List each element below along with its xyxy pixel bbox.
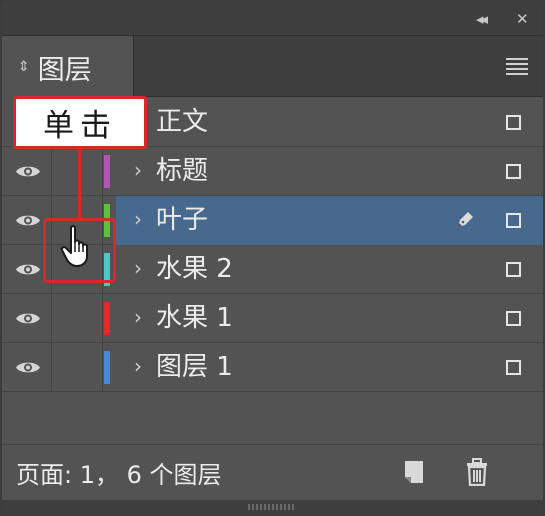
chevron-right-icon[interactable]: ›	[134, 157, 142, 183]
layer-target-box[interactable]	[506, 115, 521, 130]
eye-icon	[15, 164, 41, 179]
layer-name: 水果 1	[156, 303, 233, 333]
tab-layers[interactable]: ⇕ 图层	[2, 36, 134, 98]
hand-pointer-icon	[60, 225, 88, 267]
chevron-right-icon[interactable]: ›	[134, 255, 142, 281]
lock-toggle[interactable]	[52, 294, 103, 343]
layer-color-swatch	[104, 302, 110, 335]
sort-arrows-icon: ⇕	[18, 59, 30, 75]
grip-dots	[248, 504, 296, 510]
status-text: 页面: 1， 6 个图层	[16, 461, 222, 489]
panel-tabbar: ⇕ 图层	[2, 36, 543, 98]
layer-target-box[interactable]	[506, 213, 521, 228]
layer-target-box[interactable]	[506, 164, 521, 179]
layer-target-box[interactable]	[506, 262, 521, 277]
layer-name-area[interactable]: › 图层 1	[116, 343, 543, 392]
callout-label: 单击	[43, 108, 117, 144]
eye-icon	[15, 213, 41, 228]
close-icon[interactable]: ✕	[516, 10, 529, 28]
click-callout: 单击	[13, 96, 147, 149]
layer-name: 水果 2	[156, 254, 233, 284]
visibility-toggle[interactable]	[2, 294, 52, 343]
layer-row[interactable]: › 水果 1	[2, 294, 543, 343]
layer-name: 叶子	[156, 205, 209, 235]
layer-color-swatch	[104, 155, 110, 188]
lock-toggle[interactable]	[52, 343, 103, 392]
eye-icon	[15, 360, 41, 375]
layer-color-swatch	[104, 351, 110, 384]
layer-target-box[interactable]	[506, 311, 521, 326]
layer-name-area[interactable]: › 叶子	[116, 196, 543, 245]
visibility-toggle[interactable]	[2, 147, 52, 196]
chevron-right-icon[interactable]: ›	[134, 304, 142, 330]
layer-name: 图层 1	[156, 352, 233, 382]
panel-footer: 页面: 1， 6 个图层	[2, 444, 543, 500]
eye-icon	[15, 262, 41, 277]
layer-row[interactable]: › 图层 1	[2, 343, 543, 392]
layer-target-box[interactable]	[506, 360, 521, 375]
new-layer-icon[interactable]	[402, 459, 426, 485]
panel-titlebar: ◂◂ ✕	[2, 2, 543, 36]
layer-row[interactable]: › 标题	[2, 147, 543, 196]
chevron-right-icon[interactable]: ›	[134, 206, 142, 232]
resize-grip[interactable]	[2, 500, 543, 514]
eye-icon	[15, 311, 41, 326]
collapse-icon[interactable]: ◂◂	[476, 10, 488, 28]
visibility-toggle[interactable]	[2, 343, 52, 392]
layer-name-area[interactable]: › 水果 1	[116, 294, 543, 343]
callout-connector	[78, 149, 81, 219]
layer-name: 标题	[156, 156, 209, 186]
trash-icon[interactable]	[464, 458, 490, 486]
panel-menu-icon[interactable]	[506, 58, 528, 75]
pen-icon	[454, 209, 476, 231]
layer-name-area[interactable]: › 标题	[116, 147, 543, 196]
layer-name-area[interactable]: 正文	[116, 98, 543, 147]
chevron-right-icon[interactable]: ›	[134, 353, 142, 379]
tab-label: 图层	[37, 54, 92, 86]
layer-name: 正文	[156, 107, 209, 137]
layer-name-area[interactable]: › 水果 2	[116, 245, 543, 294]
